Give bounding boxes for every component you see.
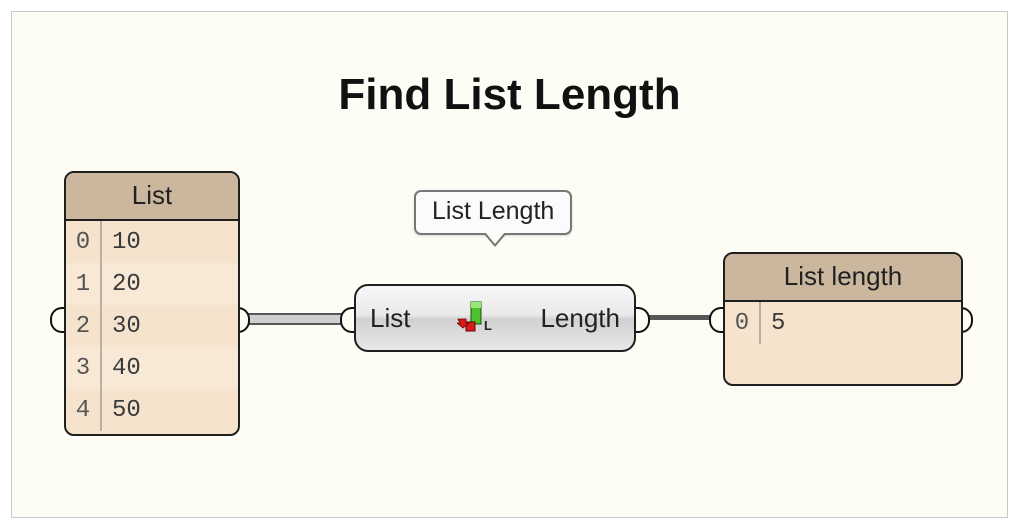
grip-output-panel-in[interactable] <box>709 307 723 333</box>
grip-component-in[interactable] <box>340 307 354 333</box>
list-row-separator <box>100 263 102 305</box>
svg-text:L: L <box>484 318 492 333</box>
diagram-frame: Find List Length List 010120230340450 Li… <box>11 11 1008 518</box>
list-row: 2 30 <box>66 305 238 347</box>
list-row: 05 <box>725 302 961 344</box>
list-row-index: 4 <box>66 397 100 424</box>
grip-component-out[interactable] <box>636 307 650 333</box>
list-row-separator <box>100 389 102 431</box>
list-row-index: 1 <box>66 271 100 298</box>
list-row: 0 10 <box>66 221 238 263</box>
component-tooltip: List Length <box>414 190 572 235</box>
list-row: 3 40 <box>66 347 238 389</box>
list-row-separator <box>100 347 102 389</box>
list-row-index: 3 <box>66 355 100 382</box>
list-row-value: 40 <box>112 355 238 382</box>
list-length-component[interactable]: List L Length <box>354 284 636 352</box>
output-list-header: List length <box>725 254 961 302</box>
list-row-value: 20 <box>112 271 238 298</box>
list-row-value: 50 <box>112 397 238 424</box>
list-length-icon: L <box>457 300 493 336</box>
component-input-label: List <box>370 303 410 334</box>
output-list-rows: 05 <box>725 302 961 344</box>
grip-input-panel-in[interactable] <box>50 307 64 333</box>
wire-input-to-component <box>236 313 356 325</box>
list-row-value: 30 <box>112 313 238 340</box>
list-row-index: 0 <box>66 229 100 256</box>
input-list-panel[interactable]: List 0 10 1 20 2 30 3 40 4 50 <box>64 171 240 436</box>
list-row-separator <box>100 221 102 263</box>
list-row-index: 2 <box>66 313 100 340</box>
list-row-value: 10 <box>112 229 238 256</box>
list-row: 1 20 <box>66 263 238 305</box>
list-row-value: 5 <box>771 310 961 337</box>
list-row-index: 0 <box>725 310 759 337</box>
list-row-separator <box>100 305 102 347</box>
output-list-panel[interactable]: List length 05 <box>723 252 963 386</box>
diagram-title: Find List Length <box>12 70 1007 120</box>
list-row: 4 50 <box>66 389 238 431</box>
input-list-header: List <box>66 173 238 221</box>
component-output-label: Length <box>540 303 620 334</box>
input-list-rows: 0 10 1 20 2 30 3 40 4 50 <box>66 221 238 431</box>
list-row-separator <box>759 302 761 344</box>
